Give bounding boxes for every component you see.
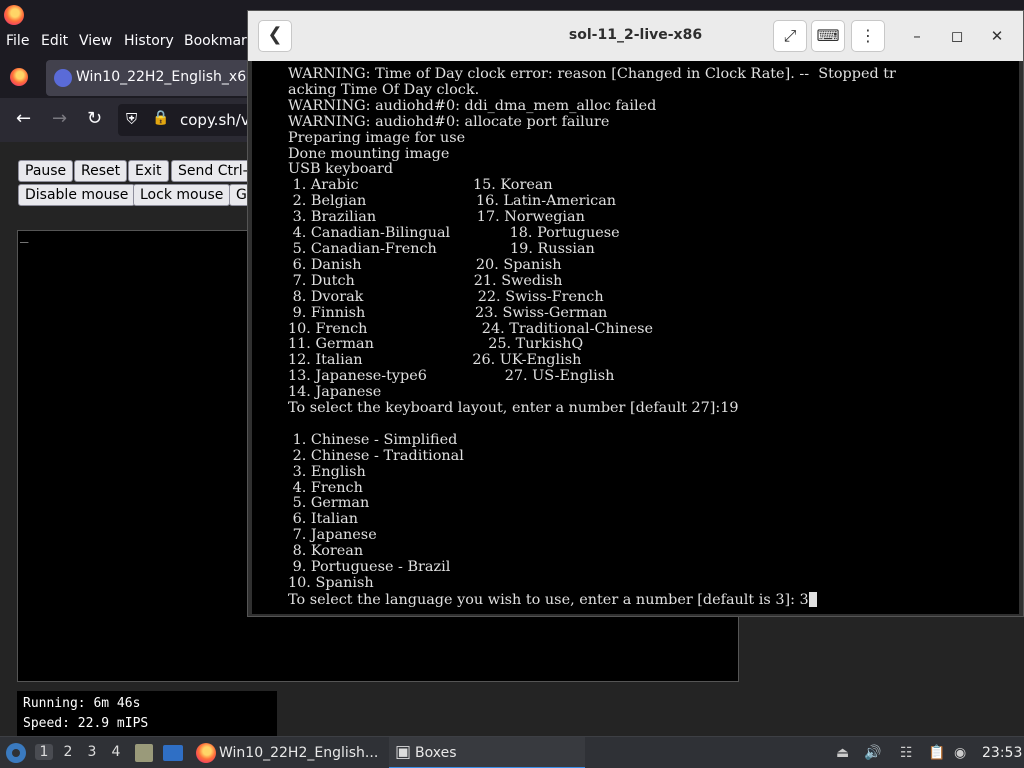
console-line: 3. English bbox=[292, 463, 366, 480]
console-line: 8. Korean bbox=[292, 543, 364, 560]
maximize-icon: ◻ bbox=[950, 27, 964, 45]
console-lines: WARNING: Time of Day clock error: reason… bbox=[288, 66, 896, 591]
firefox-view-icon[interactable] bbox=[10, 68, 28, 86]
console-line: 1. Chinese - Simplified bbox=[292, 431, 458, 448]
pause-button[interactable]: Pause bbox=[18, 160, 74, 182]
console-line: Done mounting image bbox=[288, 145, 450, 162]
workspace-1[interactable]: 1 bbox=[35, 744, 53, 760]
firefox-logo-icon bbox=[4, 5, 24, 25]
taskbar: 1 2 3 4 Win10_22H2_English... ▣ Boxes ⏏ … bbox=[0, 736, 1024, 768]
console-line: 7. Japanese bbox=[292, 527, 377, 544]
window-title: sol-11_2-live-x86 bbox=[568, 27, 703, 43]
speed-readout: Speed: 22.9 mIPS bbox=[23, 716, 149, 731]
console-line: 5. German bbox=[292, 495, 370, 512]
taskbar-task-firefox[interactable]: Win10_22H2_English... bbox=[193, 737, 386, 768]
close-icon: ✕ bbox=[990, 27, 1004, 45]
console-line: 13. Japanese-type6 27. US-English bbox=[288, 368, 615, 385]
console-line: 10. French 24. Traditional-Chinese bbox=[288, 320, 654, 337]
console-line: 5. Canadian-French 19. Russian bbox=[292, 240, 595, 257]
console-line: 4. Canadian-Bilingual 18. Portuguese bbox=[292, 225, 620, 242]
forward-arrow-icon[interactable]: → bbox=[52, 108, 67, 129]
lock-mouse-button[interactable]: Lock mouse bbox=[133, 184, 231, 206]
menu-file[interactable]: File bbox=[6, 33, 29, 49]
keyboard-button[interactable]: ⌨ bbox=[811, 20, 845, 52]
minimize-button[interactable]: – bbox=[906, 25, 928, 47]
menu-view[interactable]: View bbox=[79, 33, 112, 49]
console-line: WARNING: Time of Day clock error: reason… bbox=[288, 66, 896, 82]
show-desktop-icon[interactable] bbox=[163, 745, 183, 761]
network-icon[interactable]: ☷ bbox=[900, 745, 913, 761]
console-line: 7. Dutch 21. Swedish bbox=[292, 272, 563, 289]
menu-button[interactable]: ⋮ bbox=[851, 20, 885, 52]
workspace-4[interactable]: 4 bbox=[107, 744, 125, 760]
console-line: To select the keyboard layout, enter a n… bbox=[288, 400, 739, 417]
back-button[interactable]: ❮ bbox=[258, 20, 292, 52]
task-label: Boxes bbox=[415, 745, 457, 761]
close-button[interactable]: ✕ bbox=[986, 25, 1008, 47]
console-line: WARNING: audiohd#0: ddi_dma_mem_alloc fa… bbox=[288, 97, 657, 114]
menu-bookmarks[interactable]: Bookmark bbox=[184, 33, 255, 49]
exit-button[interactable]: Exit bbox=[128, 160, 169, 182]
fullscreen-icon: ⤢ bbox=[783, 26, 797, 45]
console-line: 11. German 25. TurkishQ bbox=[288, 336, 584, 353]
start-menu-icon[interactable] bbox=[6, 743, 26, 763]
browser-tab[interactable]: Win10_22H2_English_x6 bbox=[46, 60, 266, 96]
console-line: 12. Italian 26. UK-English bbox=[288, 352, 582, 369]
console-line: 2. Belgian 16. Latin-American bbox=[292, 193, 617, 210]
console-line: 6. Italian bbox=[292, 511, 358, 528]
menu-edit[interactable]: Edit bbox=[41, 33, 68, 49]
console-line: 9. Finnish 23. Swiss-German bbox=[292, 304, 608, 321]
console-line: 4. French bbox=[292, 479, 363, 496]
url-text[interactable]: copy.sh/v bbox=[180, 111, 250, 129]
file-manager-icon[interactable] bbox=[135, 744, 153, 762]
emulator-text-cursor: _ bbox=[20, 227, 29, 243]
reset-button[interactable]: Reset bbox=[74, 160, 128, 182]
console-line: 9. Portuguese - Brazil bbox=[292, 559, 451, 576]
console-line: Preparing image for use bbox=[288, 129, 466, 146]
fullscreen-button[interactable]: ⤢ bbox=[773, 20, 807, 52]
eject-icon[interactable]: ⏏ bbox=[836, 745, 849, 761]
language-prompt: To select the language you wish to use, … bbox=[288, 591, 809, 608]
console-line: 6. Danish 20. Spanish bbox=[292, 256, 562, 273]
lock-icon[interactable]: 🔒 bbox=[152, 110, 169, 126]
running-time: Running: 6m 46s bbox=[23, 696, 141, 711]
clock[interactable]: 23:53 bbox=[982, 745, 1022, 761]
console-line: 2. Chinese - Traditional bbox=[292, 447, 464, 464]
volume-icon[interactable]: 🔊 bbox=[864, 745, 881, 761]
minimize-icon: – bbox=[913, 27, 921, 45]
task-label: Win10_22H2_English... bbox=[219, 745, 379, 761]
console-line: 1. Arabic 15. Korean bbox=[292, 177, 553, 194]
workspace-3[interactable]: 3 bbox=[83, 744, 101, 760]
console-cursor bbox=[808, 591, 817, 607]
vm-console[interactable]: WARNING: Time of Day clock error: reason… bbox=[252, 61, 1019, 614]
taskbar-task-boxes[interactable]: ▣ Boxes bbox=[389, 737, 585, 768]
boxes-window: ❮ sol-11_2-live-x86 ⤢ ⌨ ⋮ – ◻ ✕ WARNING:… bbox=[247, 10, 1024, 617]
console-line: acking Time Of Day clock. bbox=[288, 81, 480, 98]
maximize-button[interactable]: ◻ bbox=[946, 25, 968, 47]
kebab-menu-icon: ⋮ bbox=[860, 26, 876, 45]
boxes-headerbar: ❮ sol-11_2-live-x86 ⤢ ⌨ ⋮ – ◻ ✕ bbox=[248, 11, 1023, 61]
console-line: 3. Brazilian 17. Norwegian bbox=[292, 209, 585, 226]
firefox-icon bbox=[196, 743, 216, 763]
console-line: 8. Dvorak 22. Swiss-French bbox=[292, 288, 604, 305]
boxes-icon: ▣ bbox=[395, 742, 412, 762]
console-line: USB keyboard bbox=[288, 161, 394, 178]
console-line: 14. Japanese bbox=[288, 384, 382, 401]
disable-mouse-button[interactable]: Disable mouse bbox=[18, 184, 136, 206]
menu-history[interactable]: History bbox=[124, 33, 174, 49]
tracking-shield-icon[interactable]: ⛨ bbox=[126, 110, 137, 128]
emulator-status-panel: Running: 6m 46s Speed: 22.9 mIPS bbox=[17, 691, 277, 739]
chevron-left-icon: ❮ bbox=[267, 24, 283, 45]
keyboard-icon: ⌨ bbox=[816, 26, 840, 45]
console-output: WARNING: Time of Day clock error: reason… bbox=[288, 66, 896, 609]
console-line: WARNING: audiohd#0: allocate port failur… bbox=[288, 113, 610, 130]
workspace-2[interactable]: 2 bbox=[59, 744, 77, 760]
clipboard-icon[interactable]: 📋 bbox=[928, 745, 945, 761]
notification-icon[interactable]: ◉ bbox=[954, 745, 966, 761]
back-arrow-icon[interactable]: ← bbox=[16, 108, 31, 129]
console-line: 10. Spanish bbox=[288, 575, 374, 591]
tab-title: Win10_22H2_English_x6 bbox=[76, 69, 247, 85]
reload-icon[interactable]: ↻ bbox=[87, 108, 102, 129]
tab-favicon-icon bbox=[54, 69, 72, 87]
